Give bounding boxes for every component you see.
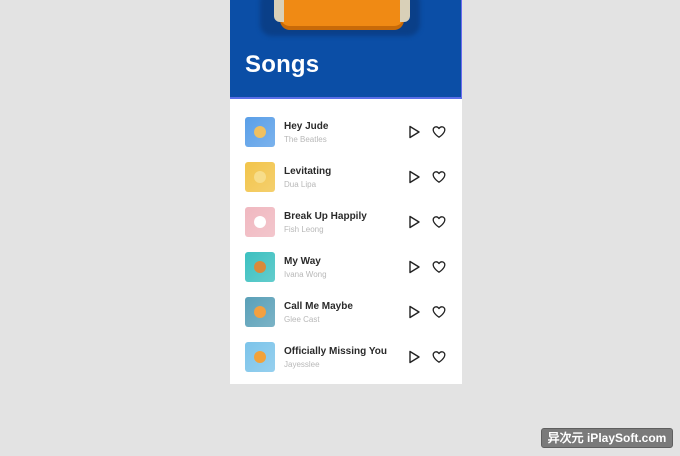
header-radio-image: [274, 0, 410, 26]
song-title: Levitating: [284, 166, 332, 177]
song-row-1[interactable]: Hey Jude The Beatles: [230, 110, 462, 155]
heart-icon: [432, 351, 446, 363]
songs-header-banner: Songs: [230, 0, 462, 99]
song-row-3[interactable]: Break Up Happily Fish Leong: [230, 200, 462, 245]
play-icon: [409, 215, 420, 229]
album-art: [245, 162, 275, 192]
like-button[interactable]: [431, 124, 447, 140]
play-button[interactable]: [406, 259, 422, 275]
like-button[interactable]: [431, 349, 447, 365]
play-icon: [409, 350, 420, 364]
album-art: [245, 117, 275, 147]
play-icon: [409, 125, 420, 139]
song-title: Break Up Happily: [284, 211, 367, 222]
album-art: [245, 297, 275, 327]
song-title: Officially Missing You: [284, 346, 387, 357]
heart-icon: [432, 126, 446, 138]
heart-icon: [432, 216, 446, 228]
heart-icon: [432, 306, 446, 318]
music-app-screen: Songs Hey Jude The Beatles Levitating Du…: [230, 0, 462, 384]
radio-edge-right: [400, 0, 410, 22]
like-button[interactable]: [431, 214, 447, 230]
song-row-6[interactable]: Officially Missing You Jayesslee: [230, 335, 462, 380]
song-title: My Way: [284, 256, 321, 267]
heart-icon: [432, 171, 446, 183]
like-button[interactable]: [431, 169, 447, 185]
song-row-2[interactable]: Levitating Dua Lipa: [230, 155, 462, 200]
play-icon: [409, 170, 420, 184]
song-artist: Dua Lipa: [284, 180, 317, 189]
song-list: Hey Jude The Beatles Levitating Dua Lipa: [230, 110, 462, 380]
song-artist: Fish Leong: [284, 225, 324, 234]
album-art-detail: [254, 351, 266, 363]
play-button[interactable]: [406, 124, 422, 140]
play-icon: [409, 260, 420, 274]
like-button[interactable]: [431, 304, 447, 320]
song-artist: Jayesslee: [284, 360, 320, 369]
album-art-detail: [254, 216, 266, 228]
play-button[interactable]: [406, 169, 422, 185]
watermark: 异次元 iPlaySoft.com: [541, 428, 673, 448]
song-row-4[interactable]: My Way Ivana Wong: [230, 245, 462, 290]
album-art-detail: [254, 171, 266, 183]
song-artist: Glee Cast: [284, 315, 320, 324]
song-title: Hey Jude: [284, 121, 329, 132]
play-button[interactable]: [406, 349, 422, 365]
song-row-5[interactable]: Call Me Maybe Glee Cast: [230, 290, 462, 335]
album-art: [245, 252, 275, 282]
album-art-detail: [254, 306, 266, 318]
album-art-detail: [254, 126, 266, 138]
play-icon: [409, 305, 420, 319]
heart-icon: [432, 261, 446, 273]
song-title: Call Me Maybe: [284, 301, 353, 312]
page-title: Songs: [245, 51, 320, 78]
album-art-detail: [254, 261, 266, 273]
album-art: [245, 207, 275, 237]
song-artist: Ivana Wong: [284, 270, 327, 279]
like-button[interactable]: [431, 259, 447, 275]
album-art: [245, 342, 275, 372]
play-button[interactable]: [406, 214, 422, 230]
play-button[interactable]: [406, 304, 422, 320]
song-artist: The Beatles: [284, 135, 327, 144]
radio-edge-left: [274, 0, 284, 22]
